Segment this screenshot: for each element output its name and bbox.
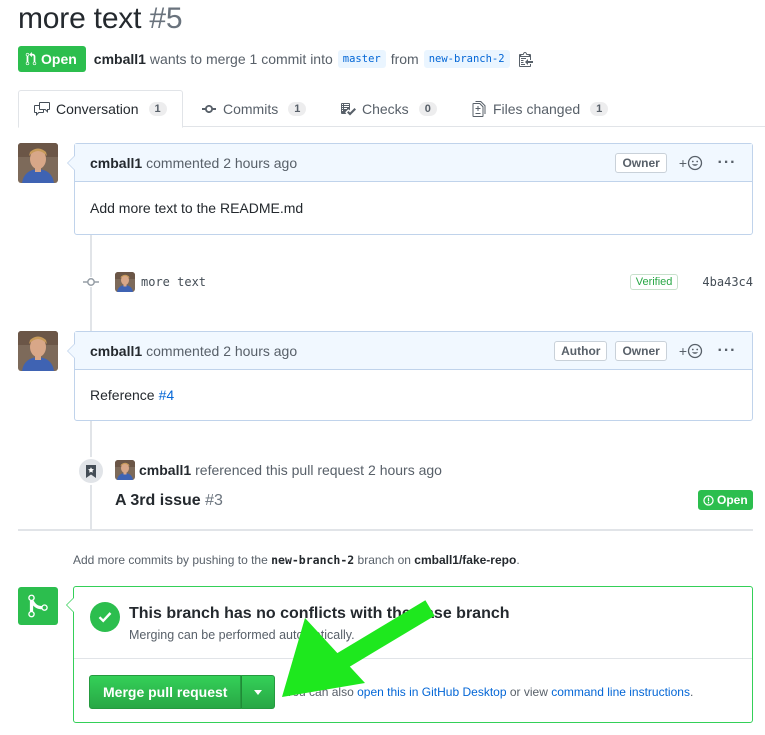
tab-files-changed[interactable]: Files changed 1: [471, 90, 609, 127]
merge-note-prefix: You can also: [285, 685, 354, 699]
merge-status: This branch has no conflicts with the ba…: [74, 587, 752, 659]
from-text: from: [390, 51, 419, 67]
issue-number: #3: [205, 492, 223, 509]
comment-action: commented: [146, 342, 220, 359]
checklist-icon: [341, 102, 356, 115]
pr-title-text: more text: [18, 2, 142, 35]
comment-body-text: Add more text to the README.md: [90, 200, 304, 216]
avatar[interactable]: [18, 143, 58, 183]
tab-counter: 1: [288, 101, 307, 116]
kebab-horizontal-icon[interactable]: ···: [717, 154, 737, 170]
head-branch[interactable]: new-branch-2: [423, 50, 510, 68]
owner-label: Owner: [615, 152, 667, 173]
push-hint: Add more commits by pushing to the new-b…: [73, 553, 520, 567]
pr-title: more text #5: [18, 2, 183, 36]
command-line-instructions-link[interactable]: command line instructions: [551, 685, 690, 699]
check-icon: [90, 602, 120, 632]
pr-meta: Open cmball1 wants to merge 1 commit int…: [18, 46, 533, 72]
referenced-issue-title[interactable]: A 3rd issue #3: [115, 492, 223, 510]
hint-branch: new-branch-2: [271, 553, 355, 567]
comment-discussion-icon: [34, 102, 50, 116]
add-reaction-icon[interactable]: +: [679, 343, 703, 359]
merge-note-suffix: .: [689, 685, 694, 699]
author-label: Author: [554, 340, 608, 361]
pr-author-link[interactable]: cmball1: [94, 51, 146, 67]
merge-description: wants to merge 1 commit into: [149, 51, 333, 67]
triangle-down-icon: [254, 689, 263, 695]
issue-link[interactable]: #4: [159, 387, 175, 403]
issue-state-badge: Open: [698, 490, 753, 510]
tab-checks[interactable]: Checks 0: [340, 90, 437, 127]
base-branch[interactable]: master: [337, 50, 386, 68]
kebab-horizontal-icon[interactable]: ···: [717, 342, 737, 358]
commit-row: more text Verified 4ba43c4: [80, 270, 753, 294]
comment-action: commented: [146, 154, 220, 171]
git-commit-icon: [202, 104, 216, 113]
owner-label: Owner: [615, 340, 667, 361]
tab-commits[interactable]: Commits 1: [201, 90, 307, 127]
file-diff-icon: [472, 100, 486, 117]
comment-time[interactable]: 2 hours ago: [223, 343, 297, 359]
pr-tabs: Conversation 1 Commits 1 Checks 0 Files …: [18, 90, 765, 128]
verified-badge[interactable]: Verified: [629, 274, 679, 290]
hint-suffix: .: [516, 553, 520, 567]
pr-number: #5: [149, 2, 183, 35]
merge-actions: Merge pull request You can also open thi…: [89, 675, 693, 709]
issue-title: A 3rd issue: [115, 492, 201, 509]
discussion-divider: [18, 529, 753, 531]
merge-note: You can also open this in GitHub Desktop…: [285, 685, 693, 699]
merge-pull-request-button[interactable]: Merge pull request: [89, 675, 242, 709]
clippy-icon[interactable]: [518, 51, 533, 67]
hint-prefix: Add more commits by pushing to the: [73, 553, 268, 567]
comment-body: Add more text to the README.md: [75, 182, 752, 234]
comment-header: cmball1 commented 2 hours ago Owner + ··…: [67, 144, 752, 182]
merge-box: This branch has no conflicts with the ba…: [66, 586, 753, 723]
git-merge-icon: [18, 587, 58, 625]
merge-heading: This branch has no conflicts with the ba…: [129, 605, 510, 622]
tab-counter: 1: [590, 101, 609, 116]
bookmark-icon: [77, 457, 105, 485]
comment-header: cmball1 commented 2 hours ago Author Own…: [67, 332, 752, 370]
state-label: Open: [41, 51, 77, 67]
comment-body: Reference #4: [75, 370, 752, 420]
tab-counter: 0: [418, 101, 437, 116]
git-commit-icon: [80, 277, 102, 287]
git-pull-request-icon: [25, 52, 37, 66]
comment-body-text: Reference: [90, 387, 155, 403]
open-in-desktop-link[interactable]: open this in GitHub Desktop: [357, 685, 506, 699]
tab-counter: 1: [148, 102, 167, 116]
merge-method-dropdown[interactable]: [241, 675, 276, 709]
avatar[interactable]: [18, 331, 58, 371]
issue-opened-icon: [703, 494, 714, 506]
comment-author[interactable]: cmball1: [90, 343, 142, 359]
reference-event: cmball1 referenced this pull request 2 h…: [115, 460, 442, 480]
reference-time[interactable]: 2 hours ago: [368, 462, 442, 478]
hint-repo: cmball1/fake-repo: [414, 553, 517, 567]
tab-label: Files changed: [493, 100, 581, 117]
reference-actor[interactable]: cmball1: [139, 462, 191, 478]
state-badge: Open: [18, 46, 86, 72]
tab-label: Commits: [223, 100, 279, 117]
commit-sha[interactable]: 4ba43c4: [702, 275, 753, 289]
comment-author[interactable]: cmball1: [90, 155, 142, 171]
hint-middle: branch on: [357, 553, 411, 567]
avatar[interactable]: [115, 460, 135, 480]
reference-text: referenced this pull request: [195, 462, 365, 478]
issue-state-label: Open: [717, 493, 748, 507]
avatar[interactable]: [115, 272, 135, 292]
add-reaction-icon[interactable]: +: [679, 155, 703, 171]
tab-label: Checks: [362, 100, 409, 117]
commit-message[interactable]: more text: [141, 275, 206, 289]
comment-2: cmball1 commented 2 hours ago Author Own…: [67, 331, 753, 421]
comment-1: cmball1 commented 2 hours ago Owner + ··…: [67, 143, 753, 235]
tab-conversation[interactable]: Conversation 1: [18, 90, 183, 128]
merge-subtext: Merging can be performed automatically.: [129, 628, 355, 642]
merge-note-middle: or view: [509, 685, 548, 699]
comment-time[interactable]: 2 hours ago: [223, 155, 297, 171]
tab-label: Conversation: [56, 101, 139, 117]
